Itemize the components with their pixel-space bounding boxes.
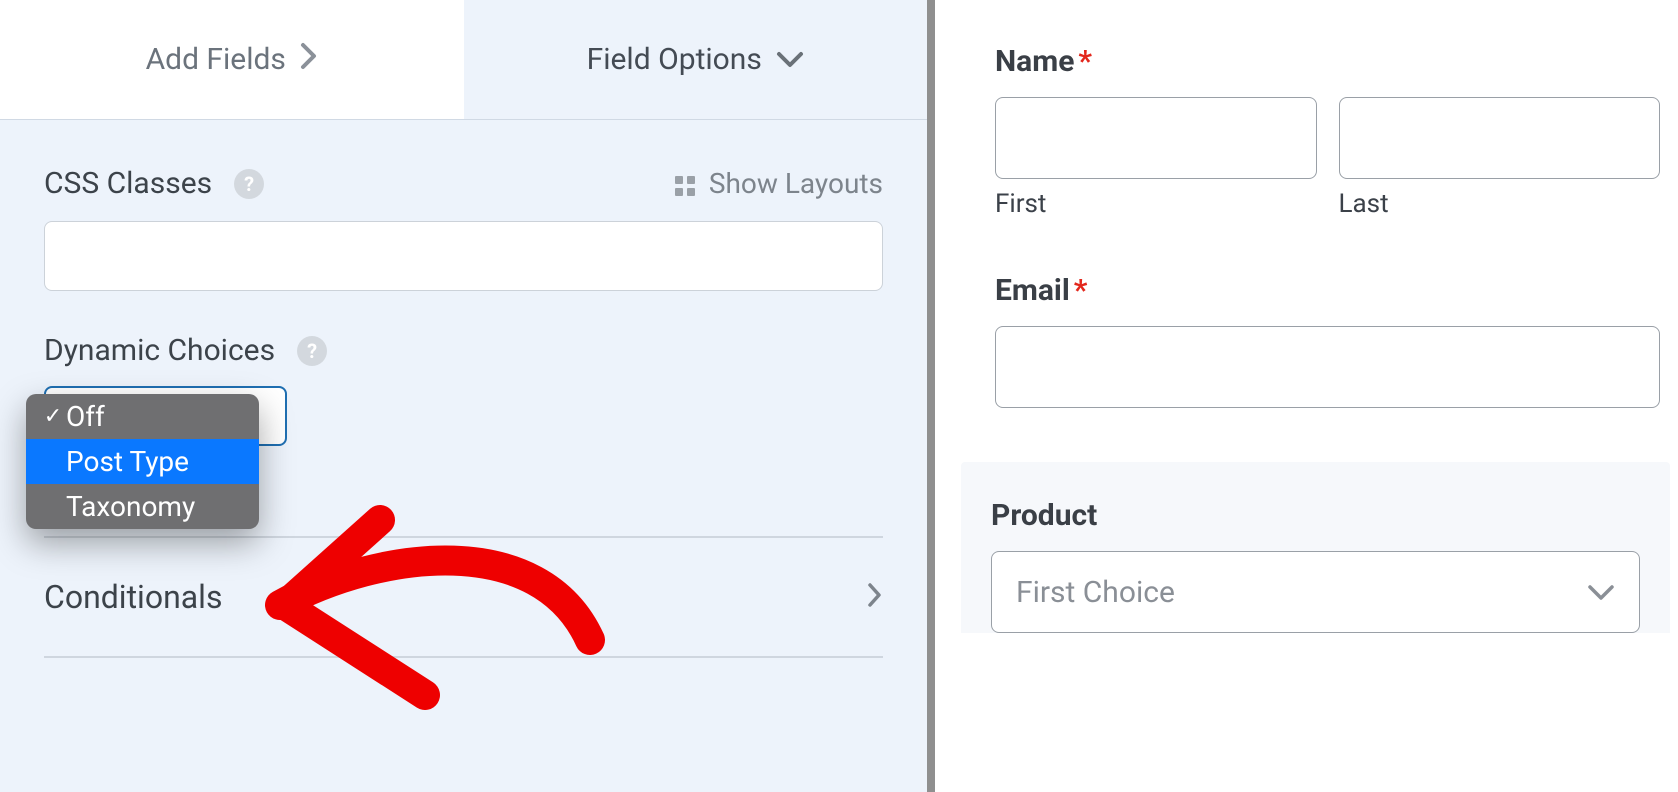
tab-field-options[interactable]: Field Options (464, 0, 928, 119)
option-css-classes: CSS Classes ? Show Layouts (44, 166, 883, 291)
panel-tabs: Add Fields Field Options (0, 0, 927, 120)
show-layouts-button[interactable]: Show Layouts (673, 167, 883, 200)
field-label-text: Name (995, 44, 1074, 79)
form-preview: Name* First Last Email* Product (935, 0, 1678, 792)
tab-label: Add Fields (146, 42, 286, 77)
check-icon: ✓ (40, 404, 66, 429)
first-name-input[interactable] (995, 97, 1317, 179)
dropdown-option-off[interactable]: ✓ Off (26, 394, 259, 439)
dynamic-choices-dropdown: ✓ Off Post Type Taxonomy (26, 394, 259, 529)
chevron-right-icon (300, 42, 318, 78)
option-text: Off (66, 400, 105, 433)
section-conditionals[interactable]: Conditionals (44, 538, 883, 656)
field-label-text: Email (995, 273, 1070, 308)
option-dynamic-choices: Dynamic Choices ? ✓ Off Post Type (44, 333, 883, 446)
tab-label: Field Options (587, 42, 762, 77)
product-select[interactable]: First Choice (991, 551, 1640, 633)
field-options-body: CSS Classes ? Show Layouts Dyn (0, 120, 927, 658)
option-label: CSS Classes (44, 166, 212, 201)
last-name-sublabel: Last (1339, 189, 1661, 219)
section-label: Conditionals (44, 578, 222, 616)
select-value: First Choice (1016, 575, 1175, 610)
first-name-sublabel: First (995, 189, 1317, 219)
option-text: Taxonomy (66, 490, 195, 523)
field-label-text: Product (991, 498, 1097, 533)
email-input[interactable] (995, 326, 1660, 408)
required-asterisk: * (1074, 273, 1088, 308)
option-text: Post Type (66, 445, 189, 478)
chevron-down-icon (776, 42, 804, 77)
divider (44, 656, 883, 658)
show-layouts-label: Show Layouts (709, 167, 883, 200)
last-name-input[interactable] (1339, 97, 1661, 179)
dropdown-option-taxonomy[interactable]: Taxonomy (26, 484, 259, 529)
help-icon[interactable]: ? (297, 336, 327, 366)
option-label: Dynamic Choices (44, 333, 275, 368)
dropdown-option-post-type[interactable]: Post Type (26, 439, 259, 484)
help-icon[interactable]: ? (234, 169, 264, 199)
chevron-down-icon (1587, 575, 1615, 610)
field-name: Name* First Last (995, 44, 1660, 219)
chevron-right-icon (867, 578, 883, 616)
tab-add-fields[interactable]: Add Fields (0, 0, 464, 119)
field-product: Product First Choice (961, 462, 1670, 633)
field-email: Email* (995, 273, 1660, 408)
required-asterisk: * (1078, 44, 1092, 79)
grid-icon (673, 172, 697, 196)
css-classes-input[interactable] (44, 221, 883, 291)
builder-left-panel: Add Fields Field Options CSS Classes ? (0, 0, 935, 792)
